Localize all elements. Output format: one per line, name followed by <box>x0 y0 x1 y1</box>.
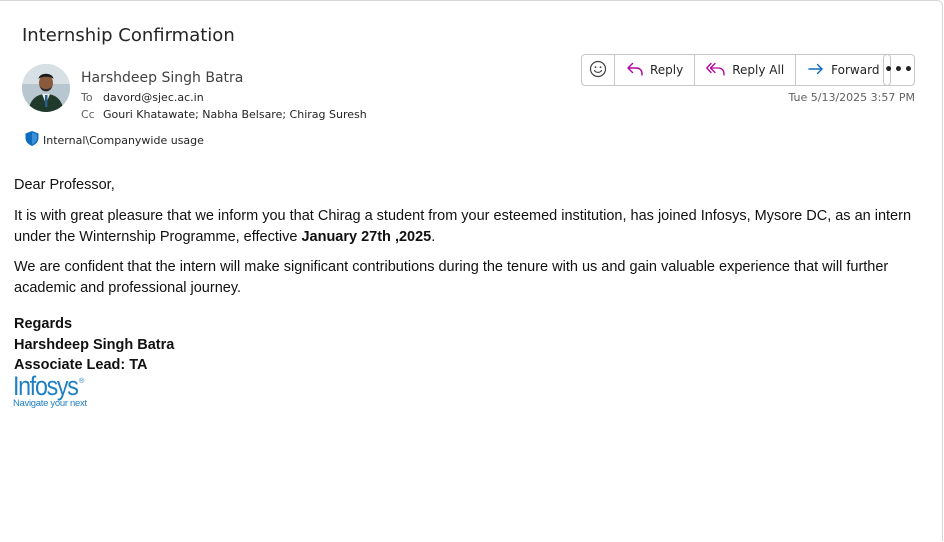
reply-button[interactable]: Reply <box>615 55 696 85</box>
para1-text: It is with great pleasure that we inform… <box>14 208 912 245</box>
sender-name[interactable]: Harshdeep Singh Batra <box>81 70 243 86</box>
to-recipients[interactable]: davord@sjec.ac.in <box>103 91 204 104</box>
reply-all-button[interactable]: Reply All <box>695 55 797 85</box>
signature: Regards Harshdeep Singh Batra Associate … <box>14 314 924 376</box>
para1-end: . <box>431 229 436 245</box>
logo-wordmark: Infosys <box>13 371 79 401</box>
sensitivity-text: Internal\Companywide usage <box>43 133 204 147</box>
forward-button[interactable]: Forward <box>796 55 890 85</box>
infosys-logo: Infosys ® Navigate your next <box>13 372 93 409</box>
forward-icon <box>807 61 825 80</box>
reply-all-label: Reply All <box>732 63 785 77</box>
email-subject: Internship Confirmation <box>22 25 235 46</box>
cc-recipients[interactable]: Gouri Khatawate; Nabha Belsare; Chirag S… <box>103 108 367 121</box>
signature-name: Harshdeep Singh Batra <box>14 336 175 353</box>
signature-title: Associate Lead: TA <box>14 357 148 373</box>
message-actions-toolbar: Reply Reply All Forward <box>581 54 892 86</box>
reply-all-icon <box>706 61 726 80</box>
start-date: January 27th ,2025 <box>301 229 432 245</box>
reaction-button[interactable] <box>582 55 615 85</box>
body-paragraph-1: It is with great pleasure that we inform… <box>14 206 924 248</box>
cc-label: Cc <box>81 108 95 121</box>
sensitivity-label[interactable]: Internal\Companywide usage <box>24 130 204 150</box>
avatar[interactable] <box>22 64 70 112</box>
more-icon: ••• <box>884 62 914 78</box>
to-label: To <box>81 91 93 104</box>
greeting: Dear Professor, <box>14 177 115 193</box>
registered-mark: ® <box>79 377 85 385</box>
signature-regards: Regards <box>14 316 73 332</box>
reply-label: Reply <box>650 63 684 77</box>
shield-icon <box>24 130 40 150</box>
more-actions-button[interactable]: ••• <box>883 54 915 86</box>
smiley-icon <box>589 60 607 81</box>
reply-icon <box>626 61 644 80</box>
sent-date: Tue 5/13/2025 3:57 PM <box>788 91 915 104</box>
avatar-image <box>22 64 70 112</box>
forward-label: Forward <box>831 63 880 77</box>
body-paragraph-2: We are confident that the intern will ma… <box>14 259 889 296</box>
email-body: Dear Professor, It is with great pleasur… <box>14 175 924 376</box>
